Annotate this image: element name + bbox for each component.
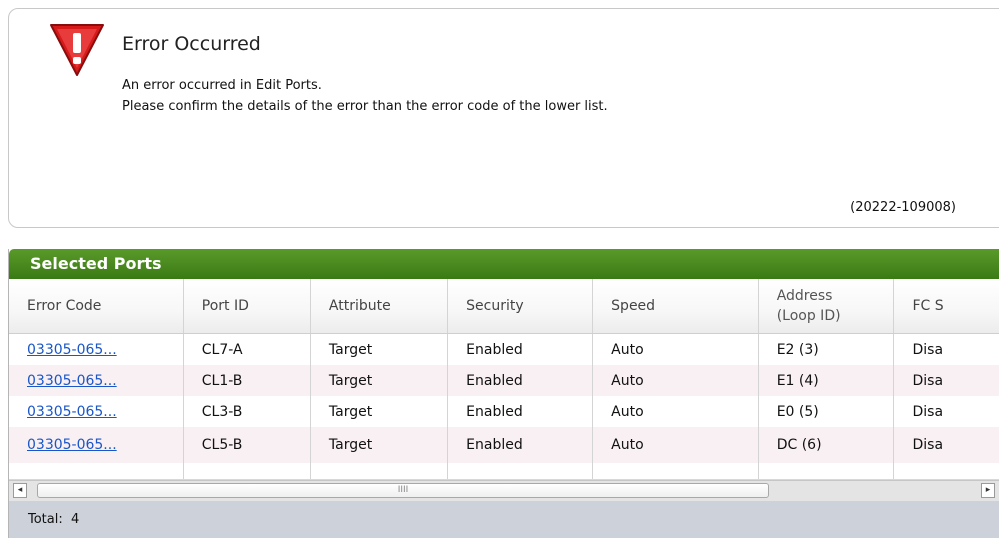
selected-ports-panel: Selected Ports Error Code Port ID Attrib… — [8, 249, 999, 538]
ports-title: Selected Ports — [30, 254, 162, 273]
table-row[interactable]: 03305-065... CL7-A Target Enabled Auto E… — [9, 333, 999, 365]
cell-port-id: CL1-B — [183, 365, 311, 396]
col-port-id[interactable]: Port ID — [183, 279, 311, 334]
ports-table-wrap[interactable]: Error Code Port ID Attribute Security Sp… — [9, 279, 999, 480]
cell-speed: Auto — [592, 427, 759, 463]
cell-error-code[interactable]: 03305-065... — [9, 333, 184, 365]
cell-security: Enabled — [447, 427, 594, 463]
cell-speed: Auto — [592, 365, 759, 396]
cell-error-code[interactable]: 03305-065... — [9, 427, 184, 463]
cell-fc: Disa — [893, 365, 999, 396]
cell-attribute: Target — [310, 396, 449, 427]
empty-cell — [9, 463, 184, 479]
col-address[interactable]: Address (Loop ID) — [758, 279, 895, 334]
empty-cell — [447, 463, 594, 479]
total-label: Total: — [28, 512, 63, 527]
scroll-thumb[interactable]: IIII — [37, 483, 769, 498]
cell-address: E2 (3) — [758, 333, 895, 365]
cell-address: E1 (4) — [758, 365, 895, 396]
scroll-right-arrow-icon[interactable]: ▸ — [981, 483, 995, 498]
cell-speed: Auto — [592, 396, 759, 427]
warning-triangle-icon — [50, 24, 104, 76]
cell-error-code[interactable]: 03305-065... — [9, 365, 184, 396]
error-code-link[interactable]: 03305-065... — [27, 437, 117, 453]
col-address-line1: Address — [776, 288, 833, 304]
col-address-line2: (Loop ID) — [776, 308, 841, 324]
error-message-line-1: An error occurred in Edit Ports. — [122, 78, 322, 93]
cell-port-id: CL7-A — [183, 333, 311, 365]
col-error-code[interactable]: Error Code — [9, 279, 184, 334]
ports-table: Error Code Port ID Attribute Security Sp… — [9, 279, 999, 479]
horizontal-scrollbar[interactable]: ◂ IIII ▸ — [9, 480, 999, 501]
error-title: Error Occurred — [122, 33, 261, 55]
cell-port-id: CL5-B — [183, 427, 311, 463]
error-code-link[interactable]: 03305-065... — [27, 373, 117, 389]
error-panel: Error Occurred An error occurred in Edit… — [8, 8, 999, 228]
empty-cell — [592, 463, 759, 479]
cell-attribute: Target — [310, 427, 449, 463]
cell-fc: Disa — [893, 427, 999, 463]
error-message-line-2: Please confirm the details of the error … — [122, 99, 608, 114]
cell-address: DC (6) — [758, 427, 895, 463]
scroll-left-arrow-icon[interactable]: ◂ — [13, 483, 27, 498]
cell-fc: Disa — [893, 396, 999, 427]
col-attribute[interactable]: Attribute — [310, 279, 449, 334]
cell-error-code[interactable]: 03305-065... — [9, 396, 184, 427]
total-value: 4 — [71, 512, 80, 527]
error-code: (20222-109008) — [850, 200, 956, 215]
ports-footer: Total: 4 — [9, 501, 999, 538]
cell-address: E0 (5) — [758, 396, 895, 427]
empty-cell — [758, 463, 895, 479]
cell-security: Enabled — [447, 396, 594, 427]
col-fc[interactable]: FC S — [893, 279, 999, 334]
cell-attribute: Target — [310, 365, 449, 396]
total-count: Total: 4 — [28, 512, 79, 527]
table-row[interactable]: 03305-065... CL3-B Target Enabled Auto E… — [9, 396, 999, 427]
cell-speed: Auto — [592, 333, 759, 365]
col-speed[interactable]: Speed — [592, 279, 759, 334]
error-message: An error occurred in Edit Ports. Please … — [122, 75, 608, 117]
cell-security: Enabled — [447, 333, 594, 365]
error-code-link[interactable]: 03305-065... — [27, 342, 117, 358]
error-code-link[interactable]: 03305-065... — [27, 404, 117, 420]
empty-cell — [310, 463, 449, 479]
cell-fc: Disa — [893, 333, 999, 365]
table-row[interactable]: 03305-065... CL1-B Target Enabled Auto E… — [9, 365, 999, 396]
empty-cell — [893, 463, 999, 479]
ports-header: Selected Ports — [9, 249, 999, 279]
cell-security: Enabled — [447, 365, 594, 396]
table-header-row: Error Code Port ID Attribute Security Sp… — [9, 279, 999, 334]
empty-cell — [183, 463, 311, 479]
table-row-empty — [9, 463, 999, 479]
cell-port-id: CL3-B — [183, 396, 311, 427]
col-security[interactable]: Security — [447, 279, 594, 334]
cell-attribute: Target — [310, 333, 449, 365]
table-row[interactable]: 03305-065... CL5-B Target Enabled Auto D… — [9, 427, 999, 463]
